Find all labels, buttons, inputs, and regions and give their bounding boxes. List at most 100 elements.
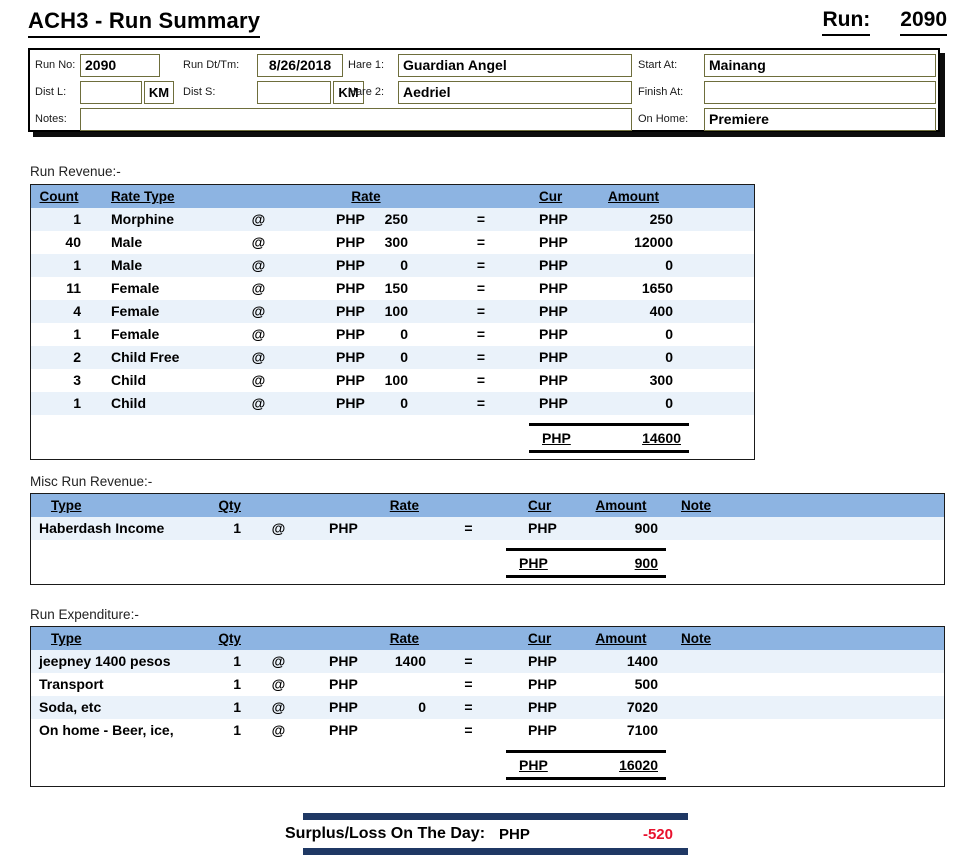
cell-rate-type: Female <box>111 303 160 319</box>
cell-count: 1 <box>73 257 81 273</box>
cell-amount: 7020 <box>626 699 658 715</box>
cell-type: Transport <box>39 676 104 692</box>
hare2-label: Hare 2: <box>348 86 385 98</box>
col-header-note: Note <box>681 498 711 513</box>
table-row: 1 Female @ PHP 0 = PHP 0 <box>31 323 754 346</box>
cell-rate-type: Female <box>111 326 160 342</box>
rate-currency: PHP <box>329 699 358 715</box>
cell-currency: PHP <box>539 349 568 365</box>
table-row: 3 Child @ PHP 100 = PHP 300 <box>31 369 754 392</box>
col-header-cur: Cur <box>528 631 552 646</box>
cell-amount: 900 <box>634 520 658 536</box>
equals-symbol: = <box>464 520 473 536</box>
cell-amount: 300 <box>649 372 673 388</box>
run-no-label: Run No: <box>35 59 76 71</box>
equals-symbol: = <box>476 372 486 388</box>
start-at-field[interactable]: Mainang <box>704 54 936 77</box>
rate-currency: PHP <box>336 372 365 388</box>
col-header-amount: Amount <box>595 498 647 513</box>
run-dttm-field[interactable]: 8/26/2018 <box>257 54 343 77</box>
cell-amount: 250 <box>649 211 673 227</box>
cell-amount: 1650 <box>641 280 673 296</box>
dist-s-field[interactable] <box>257 81 331 104</box>
cell-qty: 1 <box>233 699 241 715</box>
cell-rate: PHP 0 <box>291 323 411 346</box>
cell-count: 1 <box>73 395 81 411</box>
dist-l-field[interactable] <box>80 81 142 104</box>
run-revenue-total: PHP 14600 <box>529 423 689 453</box>
cell-type: Haberdash Income <box>39 520 165 536</box>
col-header-rate: Rate <box>351 189 381 204</box>
cell-currency: PHP <box>539 257 568 273</box>
col-header-amount: Amount <box>595 631 647 646</box>
col-header-qty: Qty <box>218 631 241 646</box>
misc-revenue-header-row: Type Qty Rate Cur Amount Note <box>31 494 944 517</box>
cell-rate: PHP 1400 <box>311 650 431 673</box>
table-row: 2 Child Free @ PHP 0 = PHP 0 <box>31 346 754 369</box>
cell-rate: PHP 100 <box>291 300 411 323</box>
rate-value: 100 <box>384 372 408 388</box>
run-no-field[interactable]: 2090 <box>80 54 160 77</box>
col-header-cur: Cur <box>539 189 563 204</box>
cell-rate: PHP 0 <box>291 346 411 369</box>
dist-l-unit-km: KM <box>144 81 174 104</box>
cell-amount: 0 <box>665 395 673 411</box>
cell-currency: PHP <box>539 326 568 342</box>
table-row: 40 Male @ PHP 300 = PHP 12000 <box>31 231 754 254</box>
rate-currency: PHP <box>336 234 365 250</box>
cell-rate-type: Child Free <box>111 349 180 365</box>
cell-note <box>666 719 756 742</box>
total-amount: 900 <box>634 555 658 571</box>
col-header-rate: Rate <box>389 498 419 513</box>
equals-symbol: = <box>464 676 473 692</box>
cell-qty: 1 <box>233 653 241 669</box>
cell-count: 1 <box>73 211 81 227</box>
misc-revenue-total: PHP 900 <box>506 548 666 578</box>
run-number: 2090 <box>900 8 947 36</box>
cell-rate-type: Morphine <box>111 211 174 227</box>
table-row: 1 Child @ PHP 0 = PHP 0 <box>31 392 754 415</box>
equals-symbol: = <box>476 211 486 227</box>
total-currency: PHP <box>542 430 571 446</box>
notes-field[interactable] <box>80 108 632 131</box>
at-symbol: @ <box>251 280 266 296</box>
equals-symbol: = <box>476 234 486 250</box>
rate-value: 300 <box>384 234 408 250</box>
rate-value: 0 <box>400 395 408 411</box>
cell-rate: PHP 0 <box>311 696 431 719</box>
cell-qty: 1 <box>233 520 241 536</box>
cell-rate-type: Male <box>111 257 143 273</box>
table-row: 11 Female @ PHP 150 = PHP 1650 <box>31 277 754 300</box>
at-symbol: @ <box>251 372 266 388</box>
surplus-label: Surplus/Loss On The Day: <box>285 825 486 842</box>
cell-type: Soda, etc <box>39 699 102 715</box>
on-home-field[interactable]: Premiere <box>704 108 936 131</box>
cell-currency: PHP <box>539 395 568 411</box>
hare1-field[interactable]: Guardian Angel <box>398 54 632 77</box>
rate-currency: PHP <box>336 211 365 227</box>
cell-count: 1 <box>73 326 81 342</box>
equals-symbol: = <box>476 349 486 365</box>
hare2-field[interactable]: Aedriel <box>398 81 632 104</box>
rate-value: 0 <box>418 699 426 715</box>
table-row: Soda, etc 1 @ PHP 0 = PHP 7020 <box>31 696 944 719</box>
rate-currency: PHP <box>329 653 358 669</box>
cell-currency: PHP <box>539 372 568 388</box>
at-symbol: @ <box>251 257 266 273</box>
cell-currency: PHP <box>528 722 557 738</box>
at-symbol: @ <box>271 520 286 536</box>
table-row: Transport 1 @ PHP = PHP 500 <box>31 673 944 696</box>
page-title: ACH3 - Run Summary <box>28 8 261 38</box>
col-header-count: Count <box>39 189 79 204</box>
misc-revenue-table: Type Qty Rate Cur Amount Note Haberdash … <box>30 493 945 585</box>
surplus-row: Surplus/Loss On The Day: PHP -520 <box>285 820 688 848</box>
at-symbol: @ <box>271 653 286 669</box>
finish-at-field[interactable] <box>704 81 936 104</box>
cell-rate-type: Male <box>111 234 143 250</box>
dist-s-label: Dist S: <box>183 86 216 98</box>
cell-rate: PHP 100 <box>291 369 411 392</box>
col-header-cur: Cur <box>528 498 552 513</box>
cell-rate: PHP 250 <box>291 208 411 231</box>
section-label-run-expenditure: Run Expenditure:- <box>30 607 139 622</box>
equals-symbol: = <box>476 395 486 411</box>
